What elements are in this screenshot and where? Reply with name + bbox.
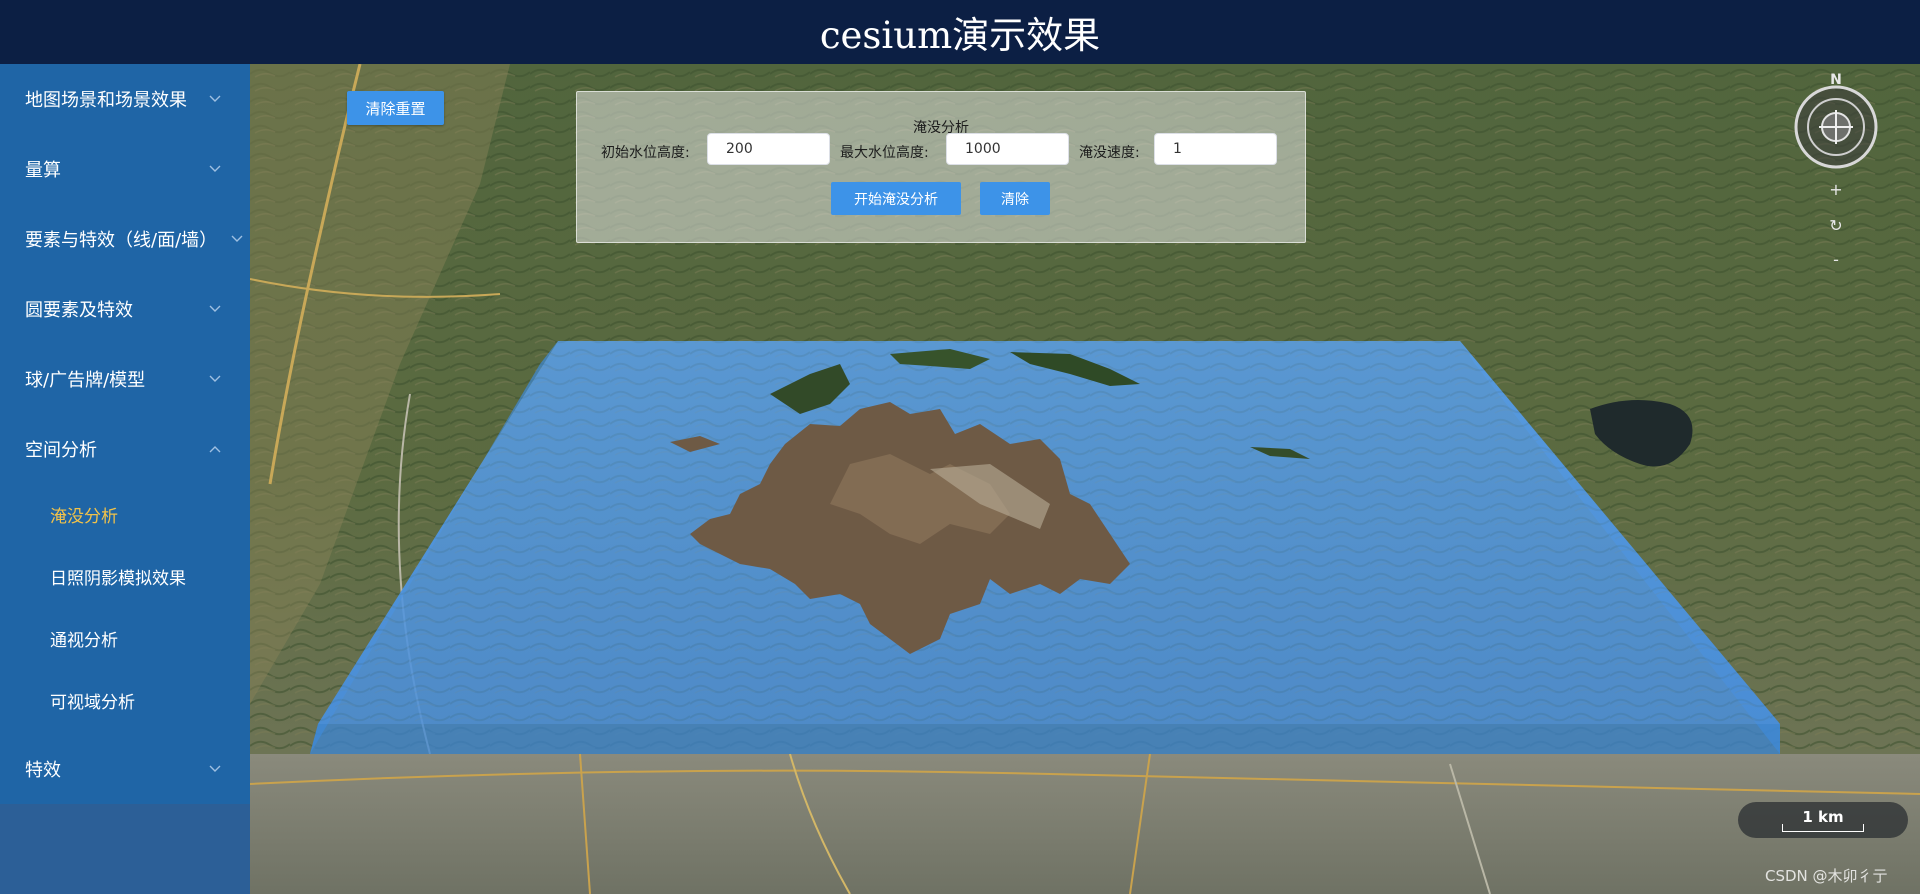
flood-analysis-panel: 淹没分析 初始水位高度: 最大水位高度: 淹没速度: 开始淹没分析 清除 [576,91,1306,243]
menu-item-map-scene[interactable]: 地图场景和场景效果 [0,64,250,134]
reset-button[interactable]: 清除重置 [347,91,444,125]
initial-height-label: 初始水位高度: [601,145,690,161]
menu-item-measure[interactable]: 量算 [0,134,250,204]
initial-height-input[interactable] [707,133,830,165]
menu-item-billboard-model[interactable]: 球/广告牌/模型 [0,344,250,414]
zoom-in-button[interactable]: + [1826,180,1846,199]
submenu-item-flood-analysis[interactable]: 淹没分析 [0,483,250,545]
menu-item-label: 要素与特效（线/面/墙） [25,230,218,251]
submenu-item-viewshed[interactable]: 可视域分析 [0,669,250,731]
menu-item-label: 球/广告牌/模型 [25,370,146,391]
submenu-item-sunlight-shadow[interactable]: 日照阴影模拟效果 [0,545,250,607]
chevron-down-icon [209,165,221,172]
submenu-item-line-of-sight[interactable]: 通视分析 [0,607,250,669]
zoom-out-button[interactable]: - [1826,250,1846,269]
max-height-input[interactable] [946,133,1069,165]
sidebar-menu: 地图场景和场景效果 量算 要素与特效（线/面/墙） 圆要素及特效 球/广告牌/模… [0,64,250,804]
max-height-label: 最大水位高度: [840,145,929,161]
chevron-down-icon [231,235,243,242]
menu-item-label: 地图场景和场景效果 [25,90,187,111]
distance-legend: 1 km [1738,802,1908,838]
speed-label: 淹没速度: [1079,145,1140,161]
chevron-down-icon [209,305,221,312]
submenu-item-label: 淹没分析 [50,506,118,527]
watermark: CSDN @木卯彳亍 [1765,867,1888,885]
scale-line [1782,824,1864,832]
submenu-item-label: 日照阴影模拟效果 [50,568,186,589]
page-title: cesium演示效果 [819,14,1101,57]
submenu-item-label: 可视域分析 [50,692,135,713]
app-header: cesium演示效果 [0,0,1920,64]
menu-item-label: 量算 [25,160,61,181]
sidebar: 地图场景和场景效果 量算 要素与特效（线/面/墙） 圆要素及特效 球/广告牌/模… [0,64,250,894]
chevron-down-icon [209,765,221,772]
submenu-item-label: 通视分析 [50,630,118,651]
clear-button[interactable]: 清除 [980,182,1050,215]
menu-item-features[interactable]: 要素与特效（线/面/墙） [0,204,250,274]
chevron-up-icon [209,446,221,453]
menu-item-label: 特效 [25,760,61,781]
speed-input[interactable] [1154,133,1277,165]
menu-item-label: 圆要素及特效 [25,300,133,321]
start-flood-button[interactable]: 开始淹没分析 [831,182,961,215]
menu-item-effects[interactable]: 特效 [0,734,250,804]
menu-item-circle[interactable]: 圆要素及特效 [0,274,250,344]
menu-item-spatial-analysis[interactable]: 空间分析 [0,414,250,484]
reset-view-button[interactable]: ↻ [1826,216,1846,235]
chevron-down-icon [209,95,221,102]
menu-item-label: 空间分析 [25,440,97,461]
chevron-down-icon [209,375,221,382]
